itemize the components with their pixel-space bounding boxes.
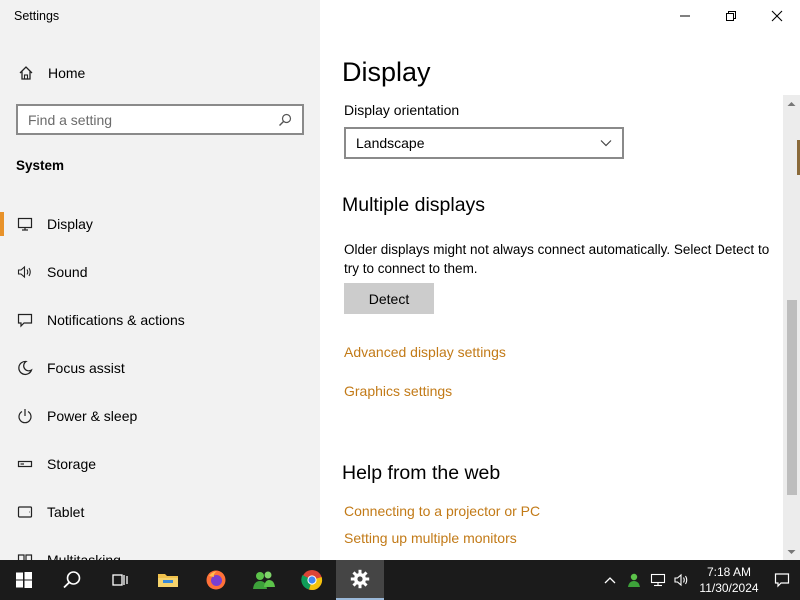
network-button[interactable]: [646, 560, 670, 600]
start-icon: [16, 572, 32, 588]
sidebar-item-label: Focus assist: [47, 360, 125, 376]
sidebar: Settings Home System Display Sound: [0, 0, 320, 560]
moon-icon: [16, 359, 34, 377]
tray-overflow-button[interactable]: [598, 560, 622, 600]
detect-button[interactable]: Detect: [344, 283, 434, 314]
settings-taskbar-button[interactable]: [336, 560, 384, 600]
close-button[interactable]: [754, 0, 800, 32]
taskbar: 7:18 AM 11/30/2024: [0, 560, 800, 600]
sidebar-nav: Display Sound Notifications & actions Fo…: [0, 200, 320, 560]
storage-icon: [16, 455, 34, 473]
search-input[interactable]: [18, 106, 276, 133]
network-icon: [650, 573, 666, 587]
volume-icon: [674, 573, 688, 587]
minimize-button[interactable]: [662, 0, 708, 32]
chrome-icon: [301, 570, 323, 590]
window-controls: [662, 0, 800, 32]
scroll-up-icon[interactable]: [783, 95, 800, 112]
search-box[interactable]: [16, 104, 304, 135]
notification-icon: [16, 311, 34, 329]
tray-people-button[interactable]: [622, 560, 646, 600]
scrollbar-thumb[interactable]: [787, 300, 797, 495]
multiple-displays-title: Multiple displays: [342, 194, 486, 216]
file-explorer-button[interactable]: [144, 560, 192, 600]
notification-icon: [774, 573, 790, 588]
orientation-dropdown[interactable]: Landscape: [344, 127, 624, 159]
action-center-button[interactable]: [764, 560, 800, 600]
home-label: Home: [48, 65, 86, 81]
multiple-displays-description: Older displays might not always connect …: [344, 242, 770, 276]
chevron-down-icon: [600, 140, 612, 147]
monitor-icon: [16, 215, 34, 233]
people-app-button[interactable]: [240, 560, 288, 600]
orientation-label: Display orientation: [344, 102, 460, 118]
sidebar-item-label: Notifications & actions: [47, 312, 185, 328]
section-title: System: [16, 158, 65, 173]
system-tray: 7:18 AM 11/30/2024: [598, 560, 800, 600]
sidebar-item-label: Multitasking: [47, 552, 121, 560]
speaker-icon: [16, 263, 34, 281]
task-view-icon: [112, 574, 128, 586]
search-icon: [63, 571, 81, 589]
help-title: Help from the web: [342, 462, 501, 484]
firefox-button[interactable]: [192, 560, 240, 600]
search-icon[interactable]: [276, 111, 294, 129]
graphics-settings-link[interactable]: Graphics settings: [344, 383, 452, 399]
help-link-multiple-monitors[interactable]: Setting up multiple monitors: [344, 530, 517, 546]
home-icon: [17, 64, 35, 82]
restore-button[interactable]: [708, 0, 754, 32]
sidebar-item-label: Sound: [47, 264, 88, 280]
settings-gear-icon: [350, 569, 370, 589]
start-button[interactable]: [0, 560, 48, 600]
chevron-up-icon: [604, 577, 616, 584]
chrome-button[interactable]: [288, 560, 336, 600]
sidebar-item-focus-assist[interactable]: Focus assist: [0, 344, 320, 392]
scroll-down-icon[interactable]: [783, 543, 800, 560]
close-icon: [771, 10, 783, 22]
advanced-display-settings-link[interactable]: Advanced display settings: [344, 344, 506, 360]
sidebar-item-power-sleep[interactable]: Power & sleep: [0, 392, 320, 440]
firefox-icon: [206, 570, 226, 590]
orientation-value: Landscape: [356, 135, 425, 151]
clock[interactable]: 7:18 AM 11/30/2024: [694, 564, 764, 596]
main-content: Display Display orientation Landscape Mu…: [320, 0, 800, 560]
minimize-icon: [680, 15, 690, 17]
tablet-icon: [16, 503, 34, 521]
clock-time: 7:18 AM: [706, 565, 752, 579]
clock-date: 11/30/2024: [699, 581, 759, 595]
sidebar-item-display[interactable]: Display: [0, 200, 320, 248]
sidebar-item-label: Power & sleep: [47, 408, 138, 424]
sidebar-item-notifications[interactable]: Notifications & actions: [0, 296, 320, 344]
people-tray-icon: [628, 573, 640, 587]
home-nav-item[interactable]: Home: [0, 56, 320, 90]
sidebar-item-tablet[interactable]: Tablet: [0, 488, 320, 536]
volume-button[interactable]: [670, 560, 694, 600]
page-title: Display: [342, 57, 431, 87]
taskbar-search-button[interactable]: [48, 560, 96, 600]
sidebar-item-label: Storage: [47, 456, 97, 472]
file-explorer-icon: [158, 574, 178, 587]
sidebar-item-label: Tablet: [47, 504, 85, 520]
sidebar-item-multitasking[interactable]: Multitasking: [0, 536, 320, 560]
task-view-button[interactable]: [96, 560, 144, 600]
help-link-projector[interactable]: Connecting to a projector or PC: [344, 503, 540, 519]
sidebar-item-label: Display: [47, 216, 93, 232]
app-title: Settings: [14, 9, 60, 23]
restore-icon: [726, 11, 736, 21]
power-icon: [16, 407, 34, 425]
people-icon: [253, 571, 275, 589]
sidebar-item-sound[interactable]: Sound: [0, 248, 320, 296]
multitasking-icon: [16, 551, 34, 560]
sidebar-item-storage[interactable]: Storage: [0, 440, 320, 488]
